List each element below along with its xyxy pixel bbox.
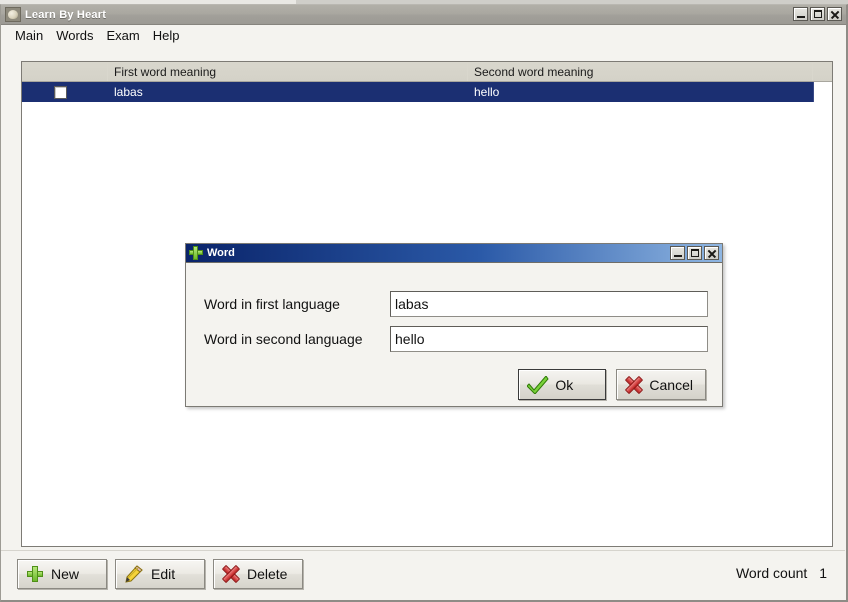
- green-plus-icon: [189, 246, 203, 260]
- red-x-icon: [625, 375, 644, 394]
- word-count-status: Word count 1: [736, 565, 827, 581]
- column-header-checkbox[interactable]: [22, 62, 108, 81]
- dialog-close-button[interactable]: [704, 246, 719, 260]
- second-language-input[interactable]: [390, 326, 708, 352]
- grid-header-row: First word meaning Second word meaning: [22, 62, 832, 82]
- dialog-button-group: Ok Cancel: [518, 369, 706, 400]
- window-controls: [793, 7, 842, 21]
- column-header-first-word-meaning[interactable]: First word meaning: [108, 62, 468, 81]
- second-language-label: Word in second language: [204, 331, 363, 347]
- minimize-button[interactable]: [793, 7, 808, 21]
- green-check-icon: [526, 374, 550, 395]
- menu-item-help[interactable]: Help: [147, 26, 187, 45]
- dialog-maximize-button[interactable]: [687, 246, 702, 260]
- ok-button[interactable]: Ok: [518, 369, 607, 400]
- first-language-label: Word in first language: [204, 296, 340, 312]
- new-button[interactable]: New: [17, 559, 107, 589]
- second-language-field-row: Word in second language: [204, 326, 708, 352]
- new-button-label: New: [51, 566, 80, 582]
- pencil-icon: [124, 565, 144, 583]
- toolbar-button-group: New Edit Delete: [17, 559, 303, 589]
- dialog-minimize-button[interactable]: [670, 246, 685, 260]
- table-row[interactable]: labas hello: [22, 82, 832, 102]
- edit-button-label: Edit: [151, 566, 176, 582]
- row-checkbox[interactable]: [54, 85, 67, 99]
- row-checkbox-cell[interactable]: [22, 82, 108, 102]
- row-first-word: labas: [114, 85, 143, 99]
- menu-item-words[interactable]: Words: [50, 26, 100, 45]
- close-button[interactable]: [827, 7, 842, 21]
- dialog-title: Word: [207, 247, 235, 259]
- menu-item-exam[interactable]: Exam: [101, 26, 147, 45]
- first-language-field-row: Word in first language: [204, 291, 708, 317]
- row-second-word: hello: [474, 85, 500, 99]
- red-x-icon: [221, 564, 241, 584]
- grid-body: labas hello: [22, 82, 832, 102]
- bottom-toolbar: New Edit Delete Word count 1: [1, 550, 845, 600]
- ok-button-label: Ok: [555, 376, 574, 393]
- window-title: Learn By Heart: [25, 8, 107, 21]
- dialog-window-controls: [670, 246, 719, 260]
- window-titlebar[interactable]: Learn By Heart: [1, 5, 846, 25]
- word-count-value: 1: [819, 565, 827, 581]
- delete-button-label: Delete: [247, 566, 288, 582]
- maximize-button[interactable]: [810, 7, 825, 21]
- word-dialog: Word Word in first language Word in seco…: [185, 243, 723, 407]
- menubar: Main Words Exam Help: [1, 25, 846, 47]
- edit-button[interactable]: Edit: [115, 559, 205, 589]
- row-spacer: [813, 82, 832, 102]
- cancel-button[interactable]: Cancel: [616, 369, 706, 400]
- plus-icon: [26, 565, 44, 583]
- dialog-titlebar[interactable]: Word: [186, 244, 722, 263]
- cancel-button-label: Cancel: [649, 376, 693, 393]
- paw-icon: [5, 7, 21, 22]
- menu-item-main[interactable]: Main: [9, 26, 50, 45]
- column-header-spacer: [813, 62, 832, 81]
- word-count-label: Word count: [735, 565, 808, 581]
- column-header-second-word-meaning[interactable]: Second word meaning: [468, 62, 813, 81]
- delete-button[interactable]: Delete: [213, 559, 303, 589]
- first-language-input[interactable]: [390, 291, 708, 317]
- application-window: Learn By Heart Main Words Exam Help Firs…: [0, 4, 848, 602]
